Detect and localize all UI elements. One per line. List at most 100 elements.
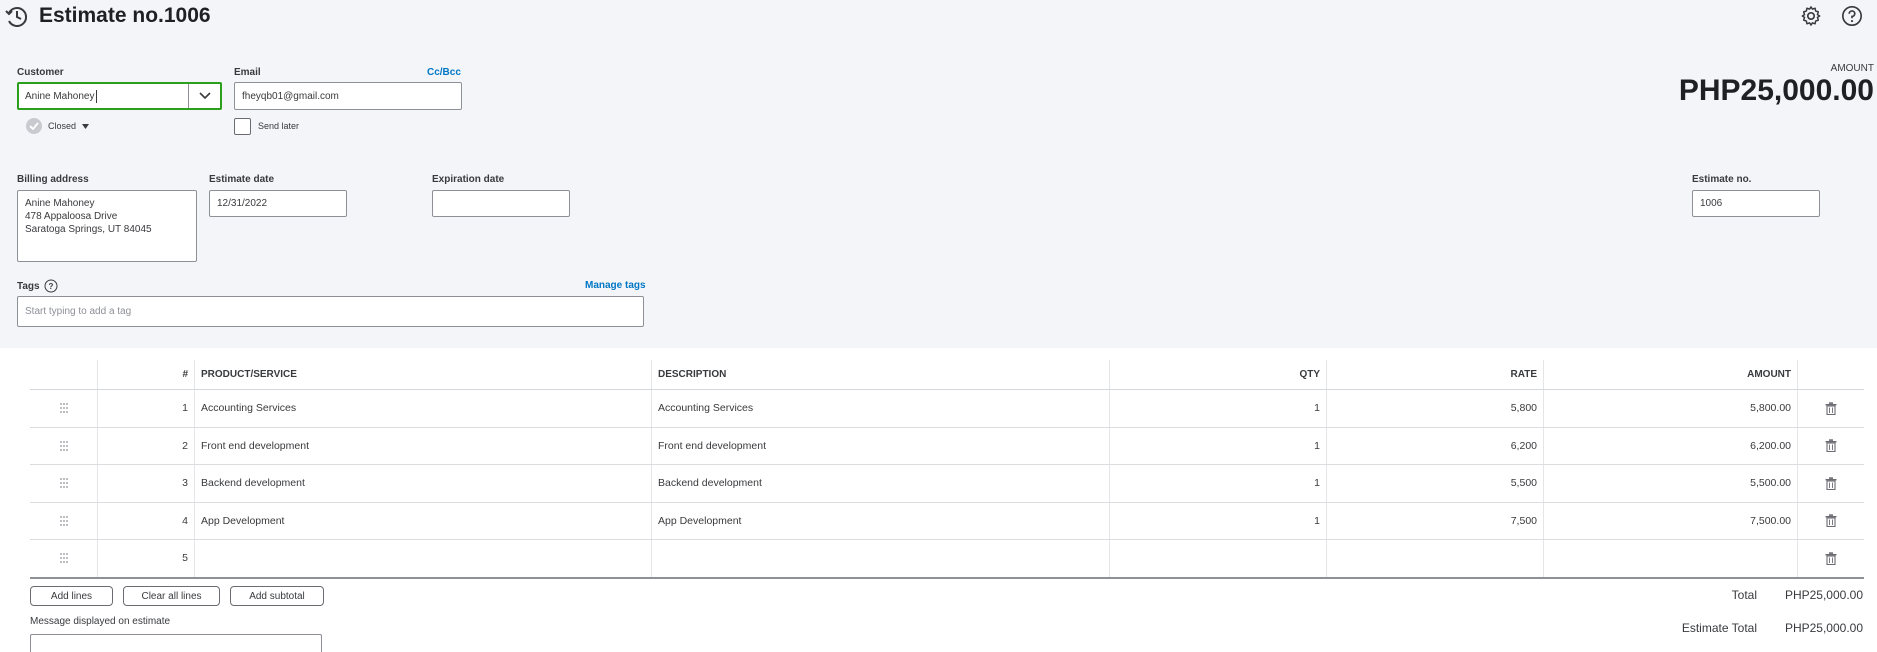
rate-cell[interactable]: 5,800: [1327, 390, 1544, 427]
status-check-icon: [26, 118, 42, 134]
trash-icon[interactable]: [1825, 552, 1837, 565]
amount-cell[interactable]: 5,500.00: [1544, 465, 1798, 502]
table-row[interactable]: 4 App Development App Development 1 7,500 7,5…: [30, 502, 1864, 540]
drag-handle-icon[interactable]: [59, 515, 69, 526]
product-service-cell[interactable]: Backend development: [195, 465, 652, 502]
column-header-qty: QTY: [1110, 360, 1327, 389]
product-service-cell[interactable]: Accounting Services: [195, 390, 652, 427]
estimate-total-label: Estimate Total: [1681, 621, 1757, 635]
line-items-table: # PRODUCT/SERVICE DESCRIPTION QTY RATE A…: [30, 360, 1864, 578]
status-dropdown[interactable]: Closed: [26, 118, 90, 134]
customer-label: Customer: [17, 67, 64, 78]
description-cell[interactable]: [652, 540, 1110, 577]
delete-line-button[interactable]: [1798, 503, 1864, 540]
rate-cell[interactable]: 7,500: [1327, 502, 1544, 539]
drag-handle-icon[interactable]: [59, 553, 69, 564]
amount-cell[interactable]: 7,500.00: [1544, 502, 1798, 539]
estimate-date-field[interactable]: 12/31/2022: [209, 190, 347, 217]
tags-label: Tags: [17, 280, 40, 292]
billing-line: Saratoga Springs, UT 84045: [25, 224, 152, 235]
estimate-no-label: Estimate no.: [1692, 174, 1752, 185]
add-lines-button[interactable]: Add lines: [30, 586, 113, 606]
table-row[interactable]: 1 Accounting Services Accounting Services 1…: [30, 390, 1864, 428]
rate-cell[interactable]: 6,200: [1327, 427, 1544, 464]
page-title: Estimate no.1006: [39, 4, 211, 27]
trash-icon[interactable]: [1825, 514, 1837, 528]
manage-tags-link[interactable]: Manage tags: [585, 280, 646, 291]
line-number: 2: [98, 427, 195, 464]
drag-handle-cell[interactable]: [30, 427, 98, 464]
chevron-down-icon: [198, 92, 211, 100]
delete-line-button[interactable]: [1798, 390, 1864, 427]
customer-dropdown-button[interactable]: [188, 84, 220, 108]
help-circle-icon[interactable]: [1841, 5, 1863, 27]
gear-icon[interactable]: [1800, 5, 1822, 27]
drag-handle-cell[interactable]: [30, 390, 98, 427]
email-field[interactable]: fheyqb01@gmail.com: [234, 82, 462, 110]
customer-value[interactable]: Anine Mahoney: [25, 91, 95, 102]
tags-input[interactable]: Start typing to add a tag: [17, 296, 644, 327]
qty-cell[interactable]: [1110, 540, 1327, 577]
column-header-num: #: [98, 360, 195, 389]
delete-line-button[interactable]: [1798, 428, 1864, 465]
billing-line: 478 Appaloosa Drive: [25, 211, 118, 222]
expiration-date-field[interactable]: [432, 190, 570, 217]
description-cell[interactable]: App Development: [652, 502, 1110, 539]
rate-cell[interactable]: 5,500: [1327, 465, 1544, 502]
total-label: Total: [1731, 588, 1757, 602]
help-circle-icon[interactable]: ?: [44, 279, 58, 293]
email-label: Email: [234, 67, 261, 78]
qty-cell[interactable]: 1: [1110, 465, 1327, 502]
qty-cell[interactable]: 1: [1110, 502, 1327, 539]
product-service-cell[interactable]: [195, 540, 652, 577]
send-later-label: Send later: [258, 121, 300, 131]
drag-handle-cell[interactable]: [30, 502, 98, 539]
drag-handle-icon[interactable]: [59, 403, 69, 414]
table-bottom-border: [30, 577, 1864, 579]
rate-cell[interactable]: [1327, 540, 1544, 577]
line-number: 4: [98, 502, 195, 539]
delete-line-button[interactable]: [1798, 465, 1864, 502]
description-cell[interactable]: Front end development: [652, 427, 1110, 464]
customer-select[interactable]: Anine Mahoney: [17, 82, 222, 110]
table-row[interactable]: 2 Front end development Front end developm…: [30, 427, 1864, 465]
line-number: 3: [98, 465, 195, 502]
product-service-cell[interactable]: App Development: [195, 502, 652, 539]
estimate-no-field[interactable]: 1006: [1692, 190, 1820, 217]
clock-history-icon[interactable]: [4, 4, 30, 30]
estimate-total-value: PHP25,000.00: [1784, 621, 1863, 635]
table-row[interactable]: 5: [30, 540, 1864, 578]
trash-icon[interactable]: [1825, 402, 1837, 415]
table-header-row: # PRODUCT/SERVICE DESCRIPTION QTY RATE A…: [30, 360, 1864, 390]
message-field[interactable]: [30, 634, 322, 652]
trash-icon[interactable]: [1825, 439, 1837, 453]
product-service-cell[interactable]: Front end development: [195, 427, 652, 464]
billing-address-label: Billing address: [17, 174, 89, 185]
drag-handle-icon[interactable]: [59, 440, 69, 451]
column-header-description: DESCRIPTION: [652, 360, 1110, 389]
trash-icon[interactable]: [1825, 477, 1837, 490]
caret-down-icon: [82, 123, 90, 129]
description-cell[interactable]: Accounting Services: [652, 390, 1110, 427]
delete-line-button[interactable]: [1798, 540, 1864, 577]
table-row[interactable]: 3 Backend development Backend development 1…: [30, 465, 1864, 503]
description-cell[interactable]: Backend development: [652, 465, 1110, 502]
billing-address-field[interactable]: Anine Mahoney 478 Appaloosa Drive Sarato…: [17, 190, 197, 262]
column-header-product: PRODUCT/SERVICE: [195, 360, 652, 389]
drag-handle-cell[interactable]: [30, 540, 98, 577]
message-label: Message displayed on estimate: [30, 616, 171, 627]
cc-bcc-link[interactable]: Cc/Bcc: [427, 67, 461, 78]
drag-handle-cell[interactable]: [30, 465, 98, 502]
line-number: 1: [98, 390, 195, 427]
drag-handle-icon[interactable]: [59, 478, 69, 489]
total-value: PHP25,000.00: [1784, 588, 1863, 602]
amount-cell[interactable]: 6,200.00: [1544, 427, 1798, 464]
qty-cell[interactable]: 1: [1110, 427, 1327, 464]
send-later-checkbox[interactable]: [234, 118, 251, 135]
delete-column-header: [1798, 360, 1864, 389]
add-subtotal-button[interactable]: Add subtotal: [230, 586, 324, 606]
amount-cell[interactable]: 5,800.00: [1544, 390, 1798, 427]
amount-cell[interactable]: [1544, 540, 1798, 577]
qty-cell[interactable]: 1: [1110, 390, 1327, 427]
clear-all-lines-button[interactable]: Clear all lines: [123, 586, 220, 606]
